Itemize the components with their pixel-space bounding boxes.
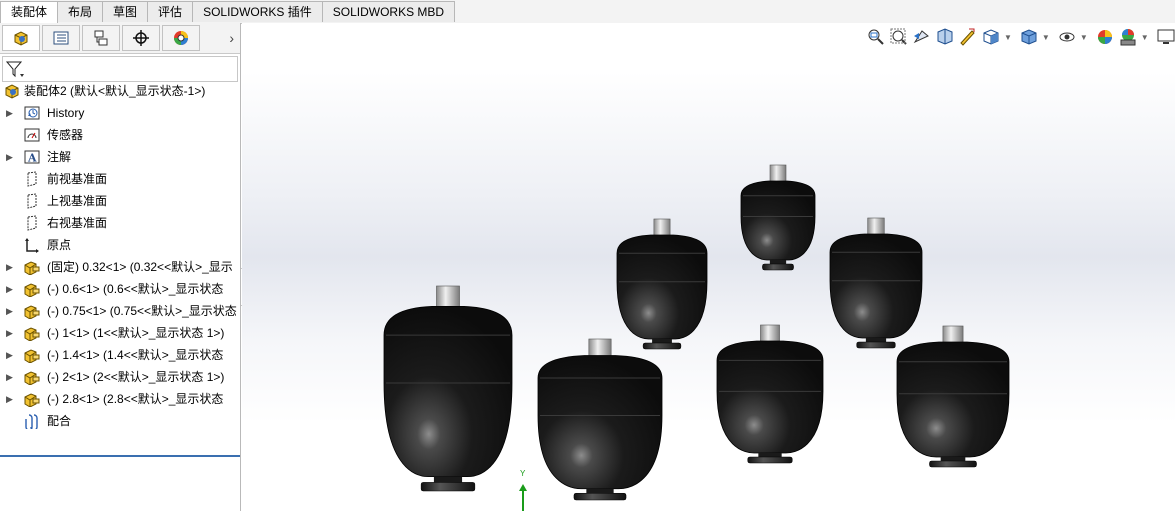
tree-item[interactable]: 原点 bbox=[0, 234, 240, 256]
sensor-icon bbox=[24, 128, 40, 142]
tree-item[interactable]: ▶ (-) 2.8<1> (2.8<<默认>_显示状态 bbox=[0, 388, 240, 410]
part-icon bbox=[24, 261, 40, 275]
tree-item[interactable]: 传感器 bbox=[0, 124, 240, 146]
triad-y-label: Y bbox=[520, 469, 526, 478]
y-axis-arrow-icon bbox=[519, 484, 527, 511]
rollback-bar[interactable] bbox=[0, 455, 240, 457]
tree-item[interactable]: ▶ (-) 1.4<1> (1.4<<默认>_显示状态 bbox=[0, 344, 240, 366]
expand-arrow-icon[interactable]: ▶ bbox=[6, 322, 13, 344]
tree-item-label: (-) 2.8<1> (2.8<<默认>_显示状态 bbox=[47, 392, 224, 406]
expand-arrow-icon[interactable]: ▶ bbox=[6, 388, 13, 410]
tree-item-label: 右视基准面 bbox=[47, 216, 108, 230]
feature-manager-tab[interactable] bbox=[2, 25, 40, 51]
model-scene bbox=[383, 164, 1010, 501]
expand-arrow-icon[interactable]: ▶ bbox=[6, 300, 13, 322]
expand-arrow-icon[interactable]: ▶ bbox=[6, 256, 13, 278]
expand-arrow-icon[interactable]: ▶ bbox=[6, 278, 13, 300]
configuration-manager-icon bbox=[94, 30, 108, 46]
display-manager-tab[interactable] bbox=[162, 25, 200, 51]
mates-icon bbox=[25, 414, 38, 429]
dimxpert-tab[interactable] bbox=[122, 25, 160, 51]
feature-manager-panel: › 装配体2 (默认<默认_显示状态-1>) ▶ History 传感器 ▶ A 注解前视基… bbox=[0, 23, 241, 511]
accumulator-model[interactable] bbox=[740, 164, 816, 271]
part-icon bbox=[24, 349, 40, 363]
panel-tab-bar: › bbox=[0, 23, 240, 54]
accumulator-model[interactable] bbox=[829, 217, 923, 349]
tree-item[interactable]: 前视基准面 bbox=[0, 168, 240, 190]
tree-filter-box[interactable] bbox=[2, 56, 238, 82]
tree-item-label: 上视基准面 bbox=[47, 194, 108, 208]
tab-0[interactable]: 装配体 bbox=[0, 1, 59, 23]
tree-item-label: (-) 1<1> (1<<默认>_显示状态 1>) bbox=[47, 326, 225, 340]
tree-item[interactable]: ▶ A 注解 bbox=[0, 146, 240, 168]
tree-item[interactable]: ▶ (-) 2<1> (2<<默认>_显示状态 1>) bbox=[0, 366, 240, 388]
origin-icon bbox=[25, 238, 39, 253]
accumulator-model[interactable] bbox=[537, 338, 663, 501]
feature-tree: 装配体2 (默认<默认_显示状态-1>) ▶ History 传感器 ▶ A 注解前视基准面… bbox=[0, 80, 240, 432]
coordinate-triad: Y bbox=[518, 469, 532, 514]
part-icon bbox=[24, 327, 40, 341]
tree-item-label: 装配体2 (默认<默认_显示状态-1>) bbox=[24, 84, 206, 98]
tree-item-label: 配合 bbox=[47, 414, 72, 428]
svg-text:A: A bbox=[27, 152, 37, 165]
tree-item[interactable]: 配合 bbox=[0, 410, 240, 432]
property-manager-tab[interactable] bbox=[42, 25, 80, 51]
property-manager-icon bbox=[53, 31, 69, 45]
feature-manager-icon bbox=[14, 31, 28, 46]
tree-item[interactable]: 上视基准面 bbox=[0, 190, 240, 212]
tab-1[interactable]: 布局 bbox=[57, 1, 104, 22]
accumulator-model[interactable] bbox=[896, 325, 1010, 468]
annotation-icon: A bbox=[24, 150, 40, 165]
tree-item-label: History bbox=[47, 106, 85, 120]
history-icon bbox=[24, 106, 40, 120]
tree-item-label: (-) 1.4<1> (1.4<<默认>_显示状态 bbox=[47, 348, 224, 362]
plane-icon bbox=[27, 193, 37, 209]
tab-row: 装配体 布局 草图 评估 SOLIDWORKS 插件 SOLIDWORKS MBD bbox=[0, 1, 456, 23]
tab-3[interactable]: 评估 bbox=[147, 1, 194, 22]
tab-2[interactable]: 草图 bbox=[102, 1, 149, 22]
tree-item-label: (-) 0.6<1> (0.6<<默认>_显示状态 bbox=[47, 282, 224, 296]
tree-item[interactable]: ▶ History bbox=[0, 102, 240, 124]
tab-4[interactable]: SOLIDWORKS 插件 bbox=[192, 1, 323, 22]
tree-item[interactable]: ▶ (-) 1<1> (1<<默认>_显示状态 1>) bbox=[0, 322, 240, 344]
tree-item-label: 注解 bbox=[47, 150, 72, 164]
expand-arrow-icon[interactable]: ▶ bbox=[6, 146, 13, 168]
accumulator-model[interactable] bbox=[616, 218, 708, 350]
expand-arrow-icon[interactable]: ▶ bbox=[6, 366, 13, 388]
part-icon bbox=[24, 283, 40, 297]
tree-item[interactable]: ▶ (固定) 0.32<1> (0.32<<默认>_显示 bbox=[0, 256, 240, 278]
tree-item[interactable]: 右视基准面 bbox=[0, 212, 240, 234]
part-icon bbox=[24, 305, 40, 319]
assembly-icon bbox=[5, 84, 19, 99]
tree-item-label: (-) 0.75<1> (0.75<<默认>_显示状态 bbox=[47, 304, 237, 318]
tree-root-assembly[interactable]: 装配体2 (默认<默认_显示状态-1>) bbox=[0, 80, 240, 102]
tree-item-label: 传感器 bbox=[47, 128, 84, 142]
command-manager-tabs: 装配体 布局 草图 评估 SOLIDWORKS 插件 SOLIDWORKS MBD bbox=[0, 0, 1175, 24]
graphics-area[interactable]: ▼▼▼▼▼ Y bbox=[242, 23, 1175, 511]
tree-item-label: (固定) 0.32<1> (0.32<<默认>_显示 bbox=[47, 260, 233, 274]
tab-5[interactable]: SOLIDWORKS MBD bbox=[321, 1, 456, 22]
expand-arrow-icon[interactable]: ▶ bbox=[6, 344, 13, 366]
display-manager-icon bbox=[174, 31, 188, 45]
part-icon bbox=[24, 393, 40, 407]
filter-icon bbox=[5, 61, 24, 78]
part-icon bbox=[24, 371, 40, 385]
tree-item[interactable]: ▶ (-) 0.6<1> (0.6<<默认>_显示状态 bbox=[0, 278, 240, 300]
dimxpert-icon bbox=[133, 30, 149, 46]
tree-item[interactable]: ▶ (-) 0.75<1> (0.75<<默认>_显示状态 bbox=[0, 300, 240, 322]
expand-arrow-icon[interactable]: ▶ bbox=[6, 102, 13, 124]
accumulator-model[interactable] bbox=[383, 285, 513, 492]
chevron-right-icon[interactable]: › bbox=[229, 30, 234, 46]
plane-icon bbox=[27, 171, 37, 187]
accumulator-model[interactable] bbox=[716, 324, 824, 464]
configuration-manager-tab[interactable] bbox=[82, 25, 120, 51]
tree-item-label: (-) 2<1> (2<<默认>_显示状态 1>) bbox=[47, 370, 225, 384]
tree-item-label: 前视基准面 bbox=[47, 172, 108, 186]
tree-item-label: 原点 bbox=[47, 238, 72, 252]
plane-icon bbox=[27, 215, 37, 231]
